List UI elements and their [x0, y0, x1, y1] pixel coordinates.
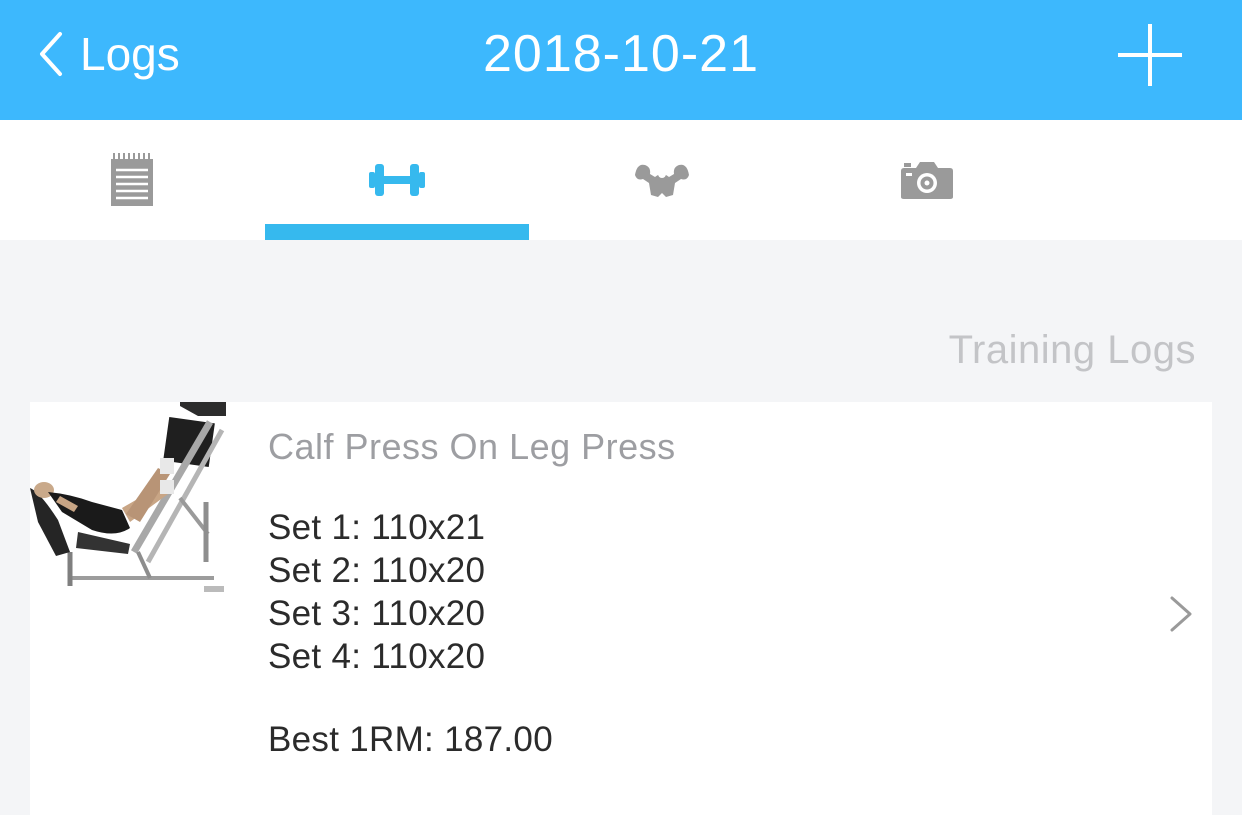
set-list: Set 1: 110x21 Set 2: 110x20 Set 3: 110x2… [268, 506, 485, 678]
dumbbell-icon [369, 164, 425, 196]
plus-icon [1118, 24, 1182, 86]
tab-workouts[interactable] [265, 120, 529, 240]
chevron-right-icon [1170, 596, 1192, 632]
exercise-name: Calf Press On Leg Press [268, 426, 676, 467]
tab-body[interactable] [530, 120, 794, 240]
muscle-icon [635, 164, 689, 197]
exercise-thumbnail [30, 402, 226, 598]
set-row: Set 3: 110x20 [268, 594, 486, 633]
notepad-icon [111, 153, 153, 206]
best-1rm: Best 1RM: 187.00 [268, 720, 553, 759]
page-title: 2018-10-21 [483, 25, 759, 83]
tab-notes[interactable] [0, 120, 264, 240]
set-row: Set 2: 110x20 [268, 551, 486, 590]
tab-bar [0, 120, 1242, 240]
nav-bar: Logs 2018-10-21 [0, 0, 1242, 120]
add-button[interactable] [1116, 22, 1184, 88]
log-entry-card[interactable]: Calf Press On Leg Press Set 1: 110x21 Se… [30, 402, 1212, 815]
section-header: Training Logs [948, 328, 1196, 372]
camera-icon [901, 162, 953, 199]
tab-photos[interactable] [795, 120, 1059, 240]
active-tab-indicator [265, 224, 529, 240]
set-row: Set 4: 110x20 [268, 637, 486, 676]
set-row: Set 1: 110x21 [268, 508, 486, 547]
